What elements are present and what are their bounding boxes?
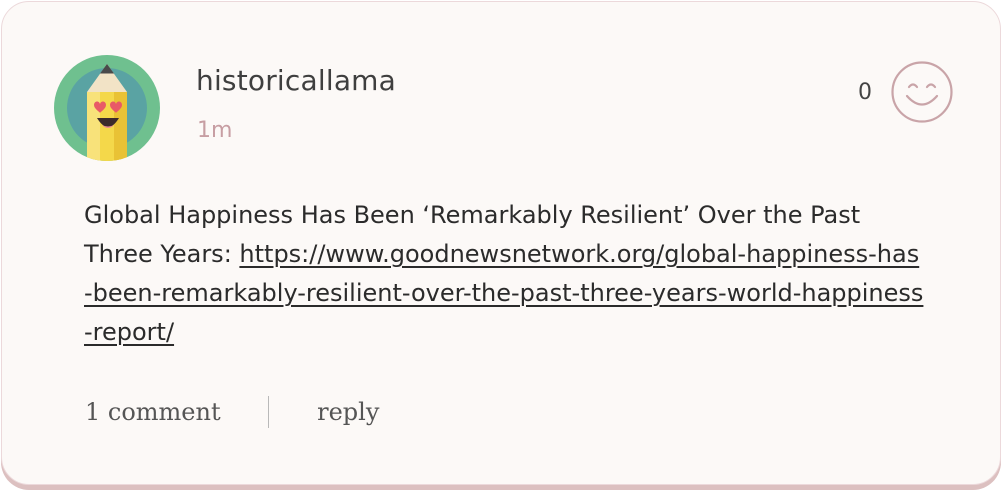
post-card: historicallama 1m 0 Global Happiness Has… — [1, 1, 1001, 485]
reply-button[interactable]: reply — [317, 398, 379, 426]
post-body: Global Happiness Has Been ‘Remarkably Re… — [84, 196, 924, 352]
footer-divider — [267, 396, 270, 428]
post-footer: 1 comment reply — [85, 396, 379, 428]
avatar[interactable] — [53, 54, 161, 162]
reaction-count: 0 — [858, 79, 872, 105]
reaction-button[interactable]: 0 — [858, 60, 954, 124]
author-username[interactable]: historicallama — [196, 64, 396, 97]
pencil-heart-eyes-icon — [54, 55, 160, 161]
smiley-icon[interactable] — [890, 60, 954, 124]
comments-count-link[interactable]: 1 comment — [85, 398, 221, 426]
post-timestamp: 1m — [197, 118, 233, 143]
